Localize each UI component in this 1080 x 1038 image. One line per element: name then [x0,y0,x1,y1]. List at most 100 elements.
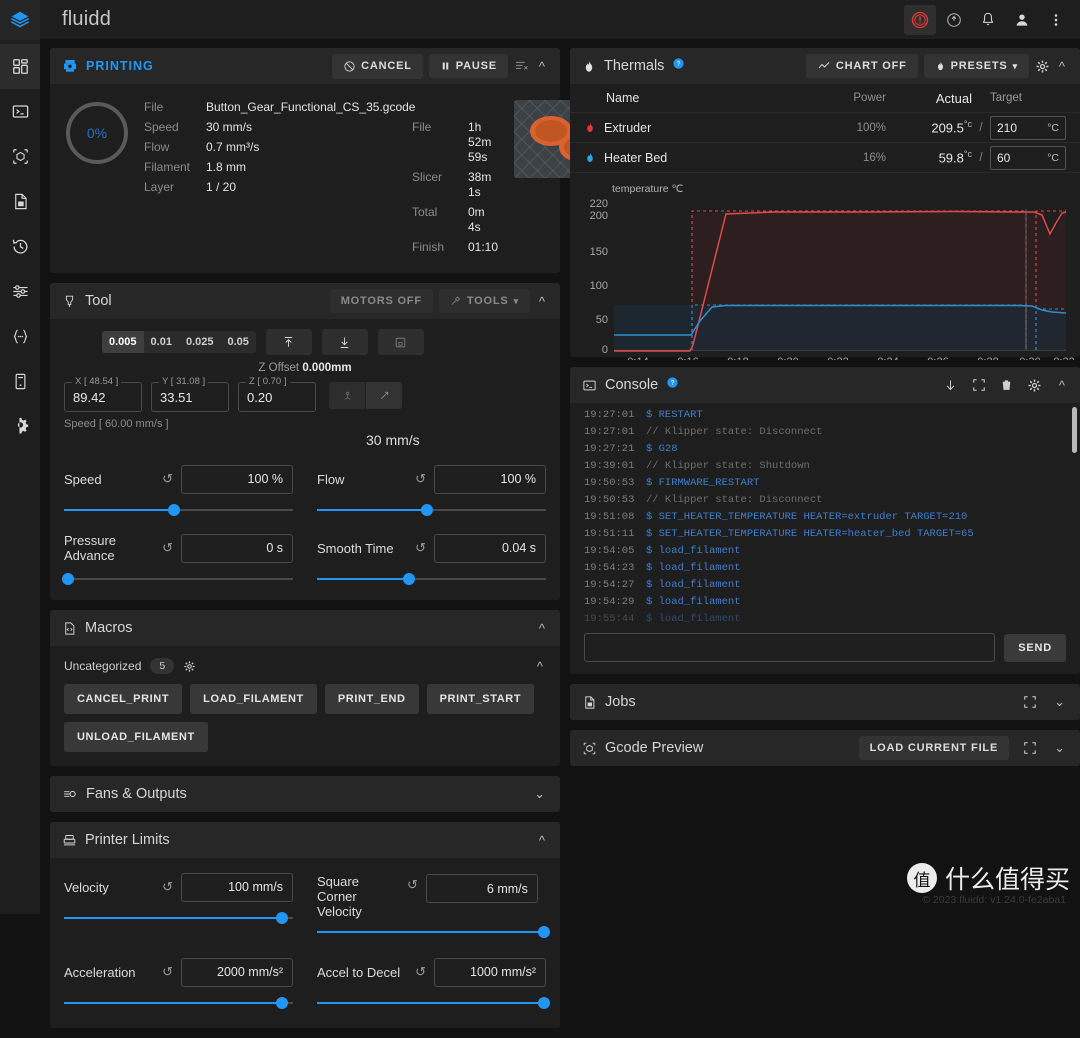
collapse-console-icon[interactable]: ^ [1056,378,1068,393]
accel-to-decel-track[interactable] [317,1002,546,1004]
expand-gcode-preview-icon[interactable]: ⌄ [1051,740,1068,756]
bell-icon[interactable] [972,5,1004,35]
sidebar-item-history[interactable] [0,224,40,269]
z-up-button[interactable] [266,329,312,355]
speed-slider-knob[interactable] [168,504,180,516]
axis-x-field[interactable]: X [ 48.54 ] 89.42 [64,382,142,412]
velocity-track[interactable] [64,917,293,919]
pressure-advance-track[interactable] [64,578,293,580]
step-option[interactable]: 0.05 [220,331,255,353]
console-input[interactable] [584,633,995,662]
speed-slider-track[interactable] [64,509,293,511]
gcode-preview-header[interactable]: Gcode Preview LOAD CURRENT FILE ⌄ [570,730,1080,766]
expand-jobs-icon[interactable]: ⌄ [1051,694,1068,710]
reset-accel-to-decel-icon[interactable]: ↺ [415,964,426,980]
overflow-menu-icon[interactable] [1040,5,1072,35]
sidebar-item-gcode-preview[interactable] [0,134,40,179]
load-current-file-button[interactable]: LOAD CURRENT FILE [859,736,1009,760]
smooth-time-knob[interactable] [403,573,415,585]
help-circle-icon[interactable]: ? [672,57,685,75]
help-circle-icon[interactable]: ? [666,376,679,394]
reset-acceleration-icon[interactable]: ↺ [162,964,173,980]
table-row[interactable]: Heater Bed 16% 59.8°c / 60 °C [570,143,1080,173]
flow-value-field[interactable]: 100 % [434,465,546,494]
step-option[interactable]: 0.01 [144,331,179,353]
retract-button[interactable] [366,382,402,409]
pause-button[interactable]: PAUSE [429,54,508,78]
reset-velocity-icon[interactable]: ↺ [162,879,173,895]
collapse-printer-limits-icon[interactable]: ^ [536,833,548,848]
temperature-chart[interactable]: temperature ℃ 220 200 150 100 50 0 [570,177,1080,357]
alert-icon[interactable] [904,5,936,35]
console-scrollbar[interactable] [1072,407,1077,453]
axis-z-field[interactable]: Z [ 0.70 ] 0.20 [238,382,316,412]
jobs-header[interactable]: Jobs ⌄ [570,684,1080,720]
z-down-button[interactable] [322,329,368,355]
collapse-macros-icon[interactable]: ^ [536,621,548,636]
macro-button[interactable]: PRINT_START [427,684,535,714]
sidebar-item-settings[interactable] [0,404,40,449]
collapse-tool-icon[interactable]: ^ [536,294,548,309]
reset-pressure-advance-icon[interactable]: ↺ [162,540,173,556]
sidebar-item-system[interactable] [0,359,40,404]
save-offset-button[interactable] [378,329,424,355]
macro-button[interactable]: CANCEL_PRINT [64,684,182,714]
presets-button[interactable]: PRESETS ▾ [924,54,1029,78]
chart-toggle-button[interactable]: CHART OFF [806,54,918,78]
acceleration-knob[interactable] [276,997,288,1009]
tools-dropdown-button[interactable]: TOOLS ▾ [439,289,530,313]
gcode-preview-fullscreen-icon[interactable] [1023,741,1037,755]
scv-track[interactable] [317,931,546,933]
square-corner-velocity-field[interactable]: 6 mm/s [426,874,538,903]
sidebar-item-dashboard[interactable] [0,44,40,89]
flow-slider-knob[interactable] [421,504,433,516]
reset-speed-icon[interactable]: ↺ [162,471,173,487]
pressure-advance-knob[interactable] [62,573,74,585]
step-option[interactable]: 0.025 [179,331,221,353]
accel-to-decel-field[interactable]: 1000 mm/s² [434,958,546,987]
sidebar-item-configuration[interactable] [0,314,40,359]
console-log[interactable]: 19:27:01$ RESTART 19:27:01// Klipper sta… [570,403,1080,625]
collapse-macro-group-icon[interactable]: ^ [534,659,546,674]
console-settings-gear-icon[interactable] [1027,378,1042,393]
flow-slider-track[interactable] [317,509,546,511]
macro-button[interactable]: LOAD_FILAMENT [190,684,317,714]
reset-smooth-time-icon[interactable]: ↺ [415,540,426,556]
sidebar-item-jobs[interactable] [0,179,40,224]
expand-fans-icon[interactable]: ⌄ [531,786,548,802]
pressure-advance-field[interactable]: 0 s [181,534,293,563]
motors-off-button[interactable]: MOTORS OFF [330,289,433,313]
sidebar-item-console[interactable] [0,89,40,134]
fans-outputs-header[interactable]: Fans & Outputs ⌄ [50,776,560,812]
reset-scv-icon[interactable]: ↺ [407,877,418,893]
send-button[interactable]: SEND [1004,634,1066,662]
jobs-fullscreen-icon[interactable] [1023,695,1037,709]
fullscreen-icon[interactable] [972,378,986,392]
collapse-print-status-icon[interactable]: ^ [536,59,548,74]
smooth-time-track[interactable] [317,578,546,580]
reset-flow-icon[interactable]: ↺ [415,471,426,487]
app-logo[interactable] [0,0,40,40]
macro-button[interactable]: UNLOAD_FILAMENT [64,722,208,752]
axis-y-field[interactable]: Y [ 31.08 ] 33.51 [151,382,229,412]
z-step-selector[interactable]: 0.005 0.01 0.025 0.05 [102,331,256,353]
scroll-down-icon[interactable] [943,378,958,393]
acceleration-field[interactable]: 2000 mm/s² [181,958,293,987]
trash-icon[interactable] [1000,378,1013,392]
cancel-button[interactable]: CANCEL [332,54,423,79]
speed-value-field[interactable]: 100 % [181,465,293,494]
table-row[interactable]: Extruder 100% 209.5°c / 210 °C [570,113,1080,143]
acceleration-track[interactable] [64,1002,293,1004]
smooth-time-field[interactable]: 0.04 s [434,534,546,563]
collapse-thermals-icon[interactable]: ^ [1056,59,1068,74]
step-option[interactable]: 0.005 [102,331,144,353]
scv-knob[interactable] [538,926,550,938]
heater-target-field[interactable]: 210 °C [990,116,1066,140]
filter-list-icon[interactable] [514,58,530,74]
accel-to-decel-knob[interactable] [538,997,550,1009]
heater-target-field[interactable]: 60 °C [990,146,1066,170]
extrude-button[interactable] [329,382,365,409]
macro-button[interactable]: PRINT_END [325,684,419,714]
account-icon[interactable] [1006,5,1038,35]
velocity-field[interactable]: 100 mm/s [181,873,293,902]
